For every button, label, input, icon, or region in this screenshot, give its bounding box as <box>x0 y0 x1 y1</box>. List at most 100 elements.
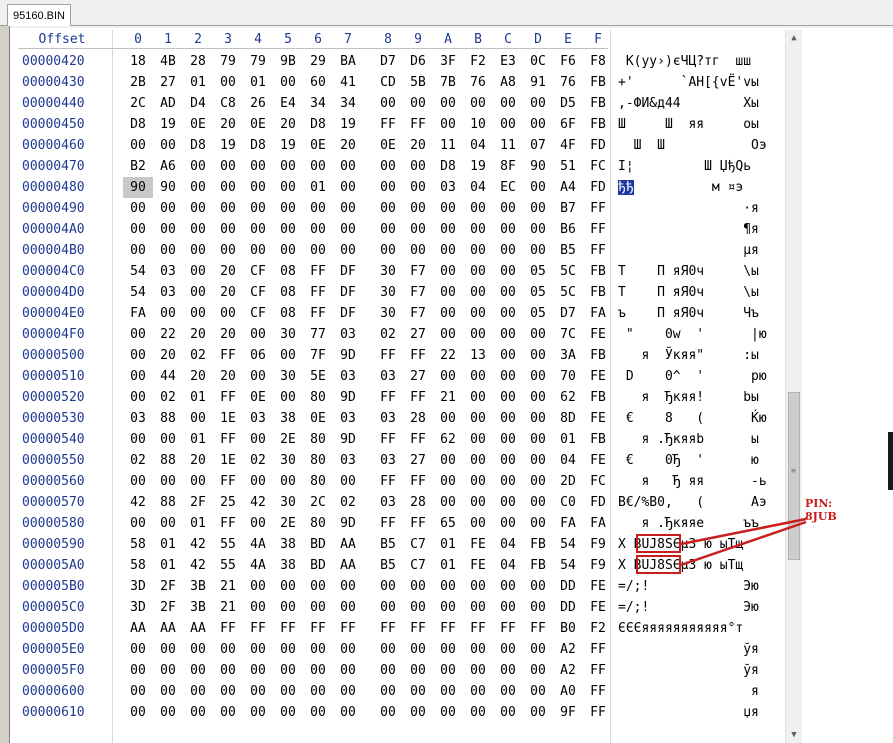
ascii-text[interactable]: ўя <box>618 639 780 660</box>
byte-cell[interactable]: 00 <box>433 219 463 240</box>
hex-row[interactable]: 00000430 2B 27 01 00 01 00 60 41 CD 5B 7B 76 A8 91 76 FB… <box>0 72 800 93</box>
byte-cell[interactable]: 00 <box>243 513 273 534</box>
byte-cell[interactable]: FF <box>303 618 333 639</box>
byte-cell[interactable]: 42 <box>123 492 153 513</box>
ascii-text[interactable]: +' `AН[{vЁ'vы <box>618 72 780 93</box>
hex-row[interactable]: 00000510 00 44 20 20 00 30 5E 03 03 27 00 00 00 00 70 FE… <box>0 366 800 387</box>
byte-cell[interactable]: 42 <box>183 534 213 555</box>
byte-cell[interactable]: FA <box>123 303 153 324</box>
byte-cell[interactable]: 00 <box>213 639 243 660</box>
byte-cell[interactable]: 00 <box>493 282 523 303</box>
byte-cell[interactable]: 00 <box>273 576 303 597</box>
byte-cell[interactable]: 00 <box>183 639 213 660</box>
byte-cell[interactable]: 00 <box>303 597 333 618</box>
byte-cell[interactable]: D5 <box>553 93 583 114</box>
byte-cell[interactable]: 91 <box>523 72 553 93</box>
ascii-text[interactable]: D 0^ ' рю <box>618 366 780 387</box>
vertical-scrollbar[interactable]: ▲ ≡ ▼ <box>785 30 802 743</box>
byte-cell[interactable]: B5 <box>553 240 583 261</box>
byte-cell[interactable]: 00 <box>373 597 403 618</box>
byte-cell[interactable]: 00 <box>493 450 523 471</box>
byte-cell[interactable]: 01 <box>303 177 333 198</box>
byte-cell[interactable]: A0 <box>553 681 583 702</box>
byte-cell[interactable]: 00 <box>123 387 153 408</box>
byte-cell[interactable]: D8 <box>123 114 153 135</box>
byte-cell[interactable]: 01 <box>433 534 463 555</box>
byte-cell[interactable]: 00 <box>433 450 463 471</box>
byte-cell[interactable]: FF <box>403 471 433 492</box>
byte-cell[interactable]: 00 <box>523 681 553 702</box>
byte-cell[interactable]: 25 <box>213 492 243 513</box>
ascii-text[interactable]: =/;! Эю <box>618 597 780 618</box>
byte-cell[interactable]: 00 <box>373 681 403 702</box>
byte-cell[interactable]: 90 <box>153 177 183 198</box>
byte-cell[interactable]: 00 <box>493 240 523 261</box>
byte-cell[interactable]: 01 <box>153 534 183 555</box>
byte-cell[interactable]: 00 <box>463 639 493 660</box>
byte-cell[interactable]: FF <box>243 618 273 639</box>
byte-cell[interactable]: 19 <box>333 114 363 135</box>
byte-cell[interactable]: C8 <box>213 93 243 114</box>
byte-cell[interactable]: 00 <box>493 576 523 597</box>
byte-cell[interactable]: 88 <box>153 492 183 513</box>
byte-cell[interactable]: 04 <box>463 177 493 198</box>
byte-cell[interactable]: 55 <box>213 534 243 555</box>
byte-cell[interactable]: 00 <box>273 219 303 240</box>
byte-cell[interactable]: 00 <box>523 429 553 450</box>
byte-cell[interactable]: 00 <box>123 513 153 534</box>
byte-cell[interactable]: 03 <box>333 324 363 345</box>
ascii-text[interactable]: T П яЯ0ч \ы <box>618 261 780 282</box>
byte-cell[interactable]: FE <box>583 576 613 597</box>
byte-cell[interactable]: D6 <box>403 51 433 72</box>
byte-cell[interactable]: 62 <box>553 387 583 408</box>
byte-cell[interactable]: FD <box>583 492 613 513</box>
byte-cell[interactable]: 00 <box>523 177 553 198</box>
byte-cell[interactable]: 00 <box>463 93 493 114</box>
byte-cell[interactable]: 00 <box>403 681 433 702</box>
byte-cell[interactable]: 00 <box>273 597 303 618</box>
byte-cell[interactable]: 00 <box>433 576 463 597</box>
byte-cell[interactable]: AD <box>153 93 183 114</box>
byte-cell[interactable]: 00 <box>213 660 243 681</box>
byte-cell[interactable]: 00 <box>243 219 273 240</box>
byte-cell[interactable]: 9F <box>553 702 583 723</box>
byte-cell[interactable]: 00 <box>123 681 153 702</box>
byte-cell[interactable]: 00 <box>153 135 183 156</box>
byte-cell[interactable]: 00 <box>493 429 523 450</box>
byte-cell[interactable]: 00 <box>403 639 433 660</box>
byte-cell[interactable]: FF <box>373 513 403 534</box>
byte-cell[interactable]: 20 <box>403 135 433 156</box>
hex-row[interactable]: 00000530 03 88 00 1E 03 38 0E 03 03 28 00 00 00 00 8D FE… <box>0 408 800 429</box>
ascii-text[interactable]: я <box>618 681 780 702</box>
byte-cell[interactable]: 02 <box>333 492 363 513</box>
byte-cell[interactable]: 30 <box>273 366 303 387</box>
scroll-up-icon[interactable]: ▲ <box>786 30 802 46</box>
byte-cell[interactable]: BD <box>303 555 333 576</box>
byte-cell[interactable]: B7 <box>553 198 583 219</box>
byte-cell[interactable]: FF <box>583 681 613 702</box>
byte-cell[interactable]: 00 <box>403 702 433 723</box>
byte-cell[interactable]: 00 <box>153 240 183 261</box>
byte-cell[interactable]: 01 <box>183 72 213 93</box>
byte-cell[interactable]: 00 <box>333 702 363 723</box>
byte-cell[interactable]: 77 <box>303 324 333 345</box>
byte-cell[interactable]: 00 <box>493 597 523 618</box>
byte-cell[interactable]: 01 <box>433 555 463 576</box>
byte-cell[interactable]: 00 <box>273 345 303 366</box>
byte-cell[interactable]: 00 <box>373 576 403 597</box>
byte-cell[interactable]: FB <box>583 282 613 303</box>
byte-cell[interactable]: 00 <box>243 324 273 345</box>
byte-cell[interactable]: DF <box>333 282 363 303</box>
ascii-text[interactable]: Ш Ш яя оы <box>618 114 780 135</box>
byte-cell[interactable]: 00 <box>243 576 273 597</box>
byte-cell[interactable]: 3B <box>183 597 213 618</box>
byte-cell[interactable]: 00 <box>373 240 403 261</box>
ascii-text[interactable]: € 0Ђ ' ю <box>618 450 780 471</box>
byte-cell[interactable]: 7F <box>303 345 333 366</box>
byte-cell[interactable]: 30 <box>373 303 403 324</box>
hex-row[interactable]: 00000490 00 00 00 00 00 00 00 00 00 00 00 00 00 00 B7 FF… <box>0 198 800 219</box>
ascii-text[interactable]: K(yy›)єЧЦ?тг шш <box>618 51 780 72</box>
byte-cell[interactable]: 03 <box>433 177 463 198</box>
byte-cell[interactable]: 2F <box>153 597 183 618</box>
byte-cell[interactable]: 00 <box>403 597 433 618</box>
